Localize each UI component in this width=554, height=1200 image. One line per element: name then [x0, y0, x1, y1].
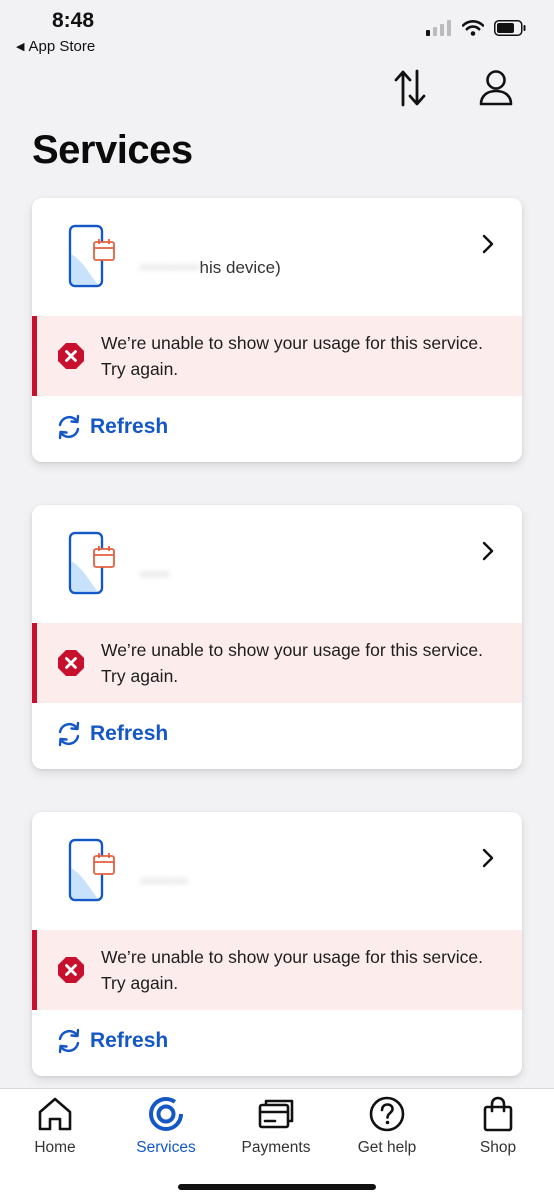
services-icon	[149, 1097, 183, 1131]
alert-message: We’re unable to show your usage for this…	[101, 333, 483, 379]
service-number-redacted: •••••	[140, 565, 170, 584]
payments-icon	[258, 1099, 294, 1129]
tab-shop-label: Shop	[479, 1139, 517, 1156]
error-octagon-icon	[58, 343, 84, 369]
usage-error-alert: We’re unable to show your usage for this…	[32, 316, 522, 396]
tab-get-help[interactable]: Get help	[332, 1095, 442, 1157]
service-number-redacted: ••••••••••	[140, 258, 200, 277]
chevron-right-icon[interactable]	[482, 848, 494, 868]
refresh-label: Refresh	[90, 415, 169, 438]
service-card-header[interactable]: •••••	[32, 505, 522, 623]
account-icon	[479, 70, 513, 106]
tab-home[interactable]: Home	[0, 1095, 110, 1157]
service-card: •••••••• We’re unable to show your usage…	[32, 812, 522, 1076]
service-number-redacted: ••••••••	[140, 872, 188, 891]
refresh-button[interactable]: Refresh	[56, 1028, 168, 1054]
cellular-signal-icon	[426, 20, 451, 36]
service-card-header[interactable]: ••••••••	[32, 812, 522, 930]
chevron-right-icon[interactable]	[482, 234, 494, 254]
service-subtitle: •••••	[140, 565, 170, 585]
service-card: ••••••••••his device) We’re unable to sh…	[32, 198, 522, 462]
shop-icon	[483, 1096, 513, 1132]
wifi-icon	[462, 20, 484, 36]
refresh-icon	[58, 721, 80, 747]
usage-error-alert: We’re unable to show your usage for this…	[32, 930, 522, 1010]
back-triangle-icon: ◀	[16, 41, 25, 53]
refresh-icon	[58, 1028, 80, 1054]
service-subtitle: ••••••••••his device)	[140, 258, 281, 278]
service-subtitle: ••••••••	[140, 872, 188, 892]
phone-calendar-icon	[68, 838, 115, 902]
error-octagon-icon	[58, 957, 84, 983]
tab-home-label: Home	[34, 1139, 76, 1156]
tab-shop[interactable]: Shop	[443, 1095, 553, 1157]
battery-icon	[494, 20, 526, 36]
status-bar: 8:48 ◀ App Store	[0, 0, 554, 60]
refresh-button[interactable]: Refresh	[56, 721, 168, 747]
top-actions	[388, 66, 518, 110]
tab-payments[interactable]: Payments	[221, 1095, 331, 1157]
refresh-button[interactable]: Refresh	[56, 414, 168, 440]
service-subtitle-text: his device)	[199, 258, 281, 277]
help-icon	[369, 1096, 405, 1132]
status-icons	[426, 20, 526, 36]
phone-calendar-icon	[68, 531, 115, 595]
service-card: ••••• We’re unable to show your usage fo…	[32, 505, 522, 769]
tab-get-help-label: Get help	[357, 1139, 417, 1156]
error-octagon-icon	[58, 650, 84, 676]
service-card-header[interactable]: ••••••••••his device)	[32, 198, 522, 316]
back-app-label: App Store	[28, 38, 96, 55]
refresh-icon	[58, 414, 80, 440]
usage-error-alert: We’re unable to show your usage for this…	[32, 623, 522, 703]
account-button[interactable]	[474, 66, 518, 110]
home-icon	[38, 1097, 72, 1131]
chevron-right-icon[interactable]	[482, 541, 494, 561]
switch-service-button[interactable]	[388, 66, 432, 110]
transfer-arrows-icon	[394, 69, 426, 107]
phone-calendar-icon	[68, 224, 115, 288]
tab-payments-label: Payments	[241, 1139, 311, 1156]
status-time: 8:48	[52, 9, 95, 32]
refresh-label: Refresh	[90, 722, 169, 745]
alert-message: We’re unable to show your usage for this…	[101, 640, 483, 686]
tab-services-label: Services	[136, 1139, 196, 1156]
tab-services[interactable]: Services	[111, 1095, 221, 1157]
home-indicator	[178, 1184, 376, 1190]
alert-message: We’re unable to show your usage for this…	[101, 947, 483, 993]
refresh-label: Refresh	[90, 1029, 169, 1052]
back-to-app-store[interactable]: ◀ App Store	[16, 38, 95, 55]
page-title: Services	[32, 128, 193, 172]
